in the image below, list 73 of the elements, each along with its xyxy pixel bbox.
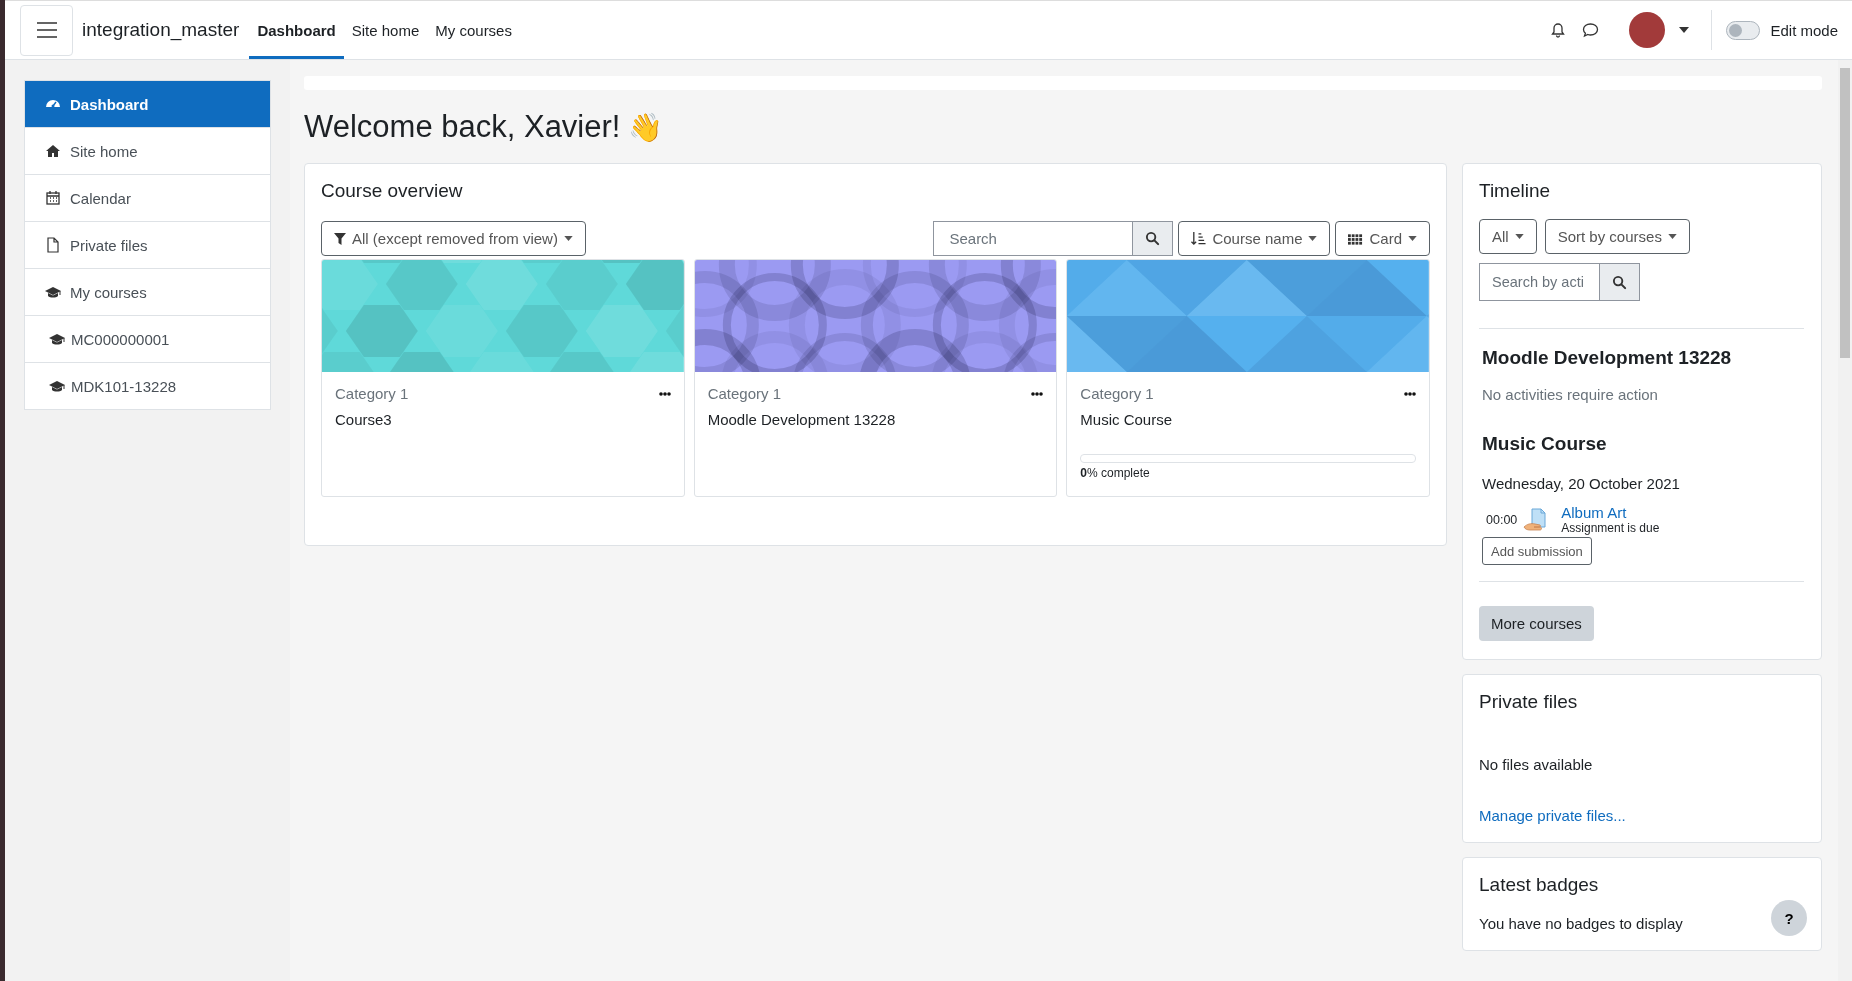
empty-message: You have no badges to display — [1479, 915, 1683, 932]
site-name[interactable]: integration_master — [82, 19, 240, 41]
course-name[interactable]: Music Course — [1080, 411, 1416, 428]
course-name[interactable]: Moodle Development 13228 — [707, 411, 1044, 428]
course-category: Category 1 — [335, 385, 409, 402]
filter-dropdown[interactable]: All (except removed from view) — [321, 221, 586, 256]
course-heading: Moodle Development 13228 — [1482, 347, 1733, 369]
caret-icon[interactable] — [1679, 27, 1690, 33]
course-name[interactable]: Course3 — [335, 411, 671, 428]
card-title: Private files — [1479, 691, 1578, 713]
graduation-cap-icon — [45, 284, 61, 300]
empty-message: No activities require action — [1482, 386, 1659, 403]
graduation-cap-icon — [49, 331, 65, 347]
course-category: Category 1 — [1080, 385, 1154, 402]
calendar-icon — [45, 190, 61, 206]
waving-hand-emoji: 👋 — [628, 110, 664, 144]
filter-dropdown[interactable]: All — [1479, 219, 1537, 254]
avatar[interactable] — [1629, 12, 1666, 48]
search-icon — [1612, 274, 1627, 290]
caret-icon — [563, 236, 573, 241]
grid-icon — [1348, 231, 1364, 246]
help-button[interactable]: ? — [1771, 900, 1807, 936]
graduation-cap-icon — [49, 378, 65, 394]
more-options-icon[interactable] — [1404, 391, 1416, 396]
toggle-switch[interactable] — [1726, 20, 1761, 40]
sidebar-item[interactable]: Site home — [25, 127, 270, 174]
progress-text: 0% complete — [1080, 466, 1151, 480]
chat-icon[interactable] — [1582, 22, 1600, 38]
scrollbar[interactable] — [1838, 60, 1852, 981]
caret-icon — [1514, 234, 1524, 239]
filter-icon — [334, 232, 346, 245]
sort-dropdown[interactable]: Sort by courses — [1544, 219, 1690, 254]
more-courses-button[interactable]: More courses — [1479, 606, 1594, 641]
sidebar-item[interactable]: My courses — [25, 268, 270, 315]
sidebar-item[interactable]: Dashboard — [25, 81, 270, 127]
caret-icon — [1667, 234, 1677, 239]
card-title: Latest badges — [1479, 874, 1600, 896]
card-title: Course overview — [321, 180, 464, 202]
nav-tab[interactable]: My courses — [427, 4, 520, 59]
event-date: Wednesday, 20 October 2021 — [1482, 475, 1681, 492]
bell-icon[interactable] — [1550, 22, 1567, 38]
sidebar-item[interactable]: MDK101-13228 — [25, 362, 270, 409]
empty-message: No files available — [1479, 756, 1593, 773]
home-icon — [45, 143, 61, 159]
sort-dropdown[interactable]: Course name — [1178, 221, 1331, 256]
search-field[interactable]: Search by acti — [1479, 263, 1600, 301]
view-dropdown[interactable]: Card — [1335, 221, 1430, 256]
search-button[interactable] — [1600, 263, 1640, 301]
nav-tab[interactable]: Site home — [343, 4, 428, 59]
sidebar-item[interactable]: Private files — [25, 221, 270, 268]
menu-button[interactable] — [20, 4, 73, 56]
sidebar-item[interactable]: MC000000001 — [25, 315, 270, 362]
sidebar-item[interactable]: Calendar — [25, 174, 270, 221]
more-options-icon[interactable] — [658, 391, 671, 396]
search-field[interactable]: Search — [933, 221, 1134, 256]
menu-icon — [36, 22, 57, 38]
page-title: Welcome back, Xavier! — [304, 109, 621, 145]
event-status: Assignment is due — [1561, 521, 1660, 535]
search-button[interactable] — [1133, 221, 1174, 256]
event-time: 00:00 — [1486, 512, 1518, 527]
course-heading: Music Course — [1482, 433, 1608, 455]
caret-icon — [1408, 236, 1417, 241]
more-options-icon[interactable] — [1031, 391, 1044, 396]
edit-mode-label: Edit mode — [1770, 21, 1838, 39]
search-icon — [1145, 231, 1161, 246]
file-icon — [45, 237, 61, 253]
caret-icon — [1308, 236, 1318, 241]
sort-icon — [1191, 231, 1207, 246]
course-category: Category 1 — [707, 385, 782, 402]
event-link[interactable]: Album Art — [1561, 504, 1660, 521]
card-title: Timeline — [1479, 180, 1552, 202]
manage-files-link[interactable]: Manage private files... — [1479, 807, 1626, 824]
add-submission-button[interactable]: Add submission — [1482, 537, 1592, 565]
